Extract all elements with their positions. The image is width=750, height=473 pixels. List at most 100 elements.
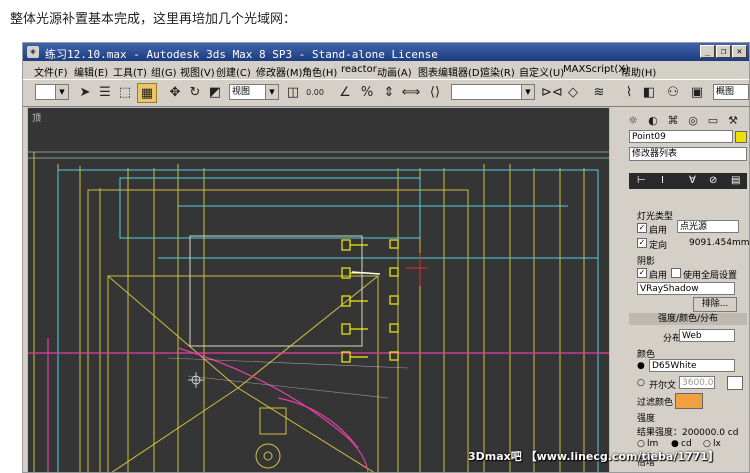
filter-color-label: 过滤颜色 bbox=[637, 398, 674, 408]
menu-edit[interactable]: 编辑(E) bbox=[74, 64, 108, 79]
object-name-field[interactable]: Point09 bbox=[629, 130, 733, 143]
menu-maxscript[interactable]: MAXScript(X) bbox=[563, 64, 629, 75]
menu-reactor[interactable]: reactor bbox=[341, 64, 377, 75]
named-selection-icon[interactable]: ⟨⟩ bbox=[425, 83, 445, 103]
preset-radio[interactable]: ● bbox=[637, 361, 645, 371]
light-type-value: 点光源 bbox=[680, 222, 708, 232]
modifier-list-value: 修改器列表 bbox=[632, 149, 678, 159]
menu-help[interactable]: 帮助(H) bbox=[621, 64, 656, 79]
color-preset-value: D65White bbox=[652, 361, 697, 371]
display-tab-icon[interactable]: ▭ bbox=[703, 111, 723, 131]
post-text: 整体光源补置基本完成，这里再培加几个光域网： bbox=[10, 12, 297, 27]
menu-customize[interactable]: 自定义(U) bbox=[519, 64, 564, 79]
make-unique-icon[interactable]: ∀ bbox=[689, 175, 696, 186]
show-end-result-icon[interactable]: I bbox=[661, 175, 664, 186]
filter-color-swatch[interactable] bbox=[675, 393, 703, 409]
menu-bar: 文件(F) 编辑(E) 工具(T) 组(G) 视图(V) 创建(C) 修改器(M… bbox=[23, 62, 749, 79]
select-by-name-icon[interactable]: ☰ bbox=[95, 83, 115, 103]
scale-icon[interactable]: ◩ bbox=[205, 83, 225, 103]
menu-tools[interactable]: 工具(T) bbox=[113, 64, 147, 79]
select-icon[interactable]: ➤ bbox=[75, 83, 95, 103]
curve-editor-icon[interactable]: ⌇ bbox=[619, 83, 639, 103]
scene-wireframe bbox=[28, 151, 609, 472]
menu-create[interactable]: 创建(C) bbox=[216, 64, 251, 79]
material-editor-icon[interactable]: ⚇ bbox=[663, 83, 683, 103]
align-icon[interactable]: ◇ bbox=[563, 83, 583, 103]
region-select-icon[interactable]: ⬚ bbox=[115, 83, 135, 103]
reference-coord-value: 视图 bbox=[232, 87, 251, 97]
chevron-down-icon: ▼ bbox=[265, 85, 278, 99]
distribution-value: Web bbox=[682, 331, 702, 341]
pin-stack-icon[interactable]: ⊢ bbox=[637, 175, 646, 186]
shadow-enable-label: 启用 bbox=[649, 271, 668, 281]
light-enable-label: 启用 bbox=[649, 226, 668, 236]
menu-group[interactable]: 组(G) bbox=[151, 64, 177, 79]
percent-snap-icon[interactable]: % bbox=[357, 83, 377, 103]
kelvin-label: 开尔文 bbox=[649, 381, 677, 391]
global-settings-label: 使用全局设置 bbox=[683, 271, 738, 281]
intensity-header: 强度 bbox=[637, 414, 656, 424]
chevron-down-icon: ▼ bbox=[55, 85, 68, 99]
kelvin-radio[interactable]: ○ bbox=[637, 378, 645, 388]
schematic-icon[interactable]: ◧ bbox=[639, 83, 659, 103]
window-crossing-icon[interactable]: ▦ bbox=[137, 83, 157, 103]
global-settings-checkbox[interactable] bbox=[671, 268, 681, 278]
mirror-icon[interactable]: ⟺ bbox=[401, 83, 421, 103]
menu-modifiers[interactable]: 修改器(M) bbox=[256, 64, 302, 79]
minimize-button[interactable]: _ bbox=[700, 45, 715, 58]
result-intensity: 结果强度：200000.0 cd bbox=[637, 428, 739, 438]
render-type-combo[interactable]: 概图 bbox=[713, 84, 749, 100]
kelvin-field[interactable]: 3600.0 bbox=[679, 376, 715, 389]
motion-tab-icon[interactable]: ◎ bbox=[683, 111, 703, 131]
menu-file[interactable]: 文件(F) bbox=[34, 64, 68, 79]
max-app-icon: ◈ bbox=[27, 46, 39, 58]
menu-rendering[interactable]: 渲染(R) bbox=[480, 64, 515, 79]
distribution-combo[interactable]: Web bbox=[679, 329, 735, 342]
watermark: 3Dmax吧 【www.linecg.com/tieba/1771】 bbox=[468, 450, 719, 463]
kelvin-color-swatch[interactable] bbox=[727, 376, 743, 390]
spinner-snap-icon[interactable]: ⇕ bbox=[379, 83, 399, 103]
modifier-stack-toolbar: ⊢ I ∀ ⊘ ▤ bbox=[629, 173, 747, 189]
utilities-tab-icon[interactable]: ⚒ bbox=[723, 111, 743, 131]
title-bar: ◈ 练习12.10.max - Autodesk 3ds Max 8 SP3 -… bbox=[23, 43, 749, 61]
reference-coord-combo[interactable]: 视图 ▼ bbox=[229, 84, 279, 100]
shadow-type-combo[interactable]: VRayShadow bbox=[637, 282, 735, 295]
restore-button[interactable]: ❐ bbox=[716, 45, 731, 58]
main-toolbar: ▼ ➤ ☰ ⬚ ▦ ✥ ↻ ◩ 视图 ▼ ◫ 0.00 ∠ % ⇕ ⟺ ⟨⟩ ▼ … bbox=[23, 79, 749, 107]
create-tab-icon[interactable]: ☼ bbox=[623, 111, 643, 131]
light-type-header: 灯光类型 bbox=[637, 212, 674, 222]
rotate-icon[interactable]: ↻ bbox=[185, 83, 205, 103]
rollout-header[interactable]: 强度/颜色/分布 bbox=[629, 313, 747, 325]
close-button[interactable]: ✕ bbox=[732, 45, 747, 58]
menu-animation[interactable]: 动画(A) bbox=[377, 64, 412, 79]
menu-views[interactable]: 视图(V) bbox=[180, 64, 215, 79]
angle-snap-icon[interactable]: ∠ bbox=[335, 83, 355, 103]
shadow-enable-checkbox[interactable]: ✓ bbox=[637, 268, 647, 278]
chevron-down-icon: ▼ bbox=[521, 85, 534, 99]
targeted-checkbox[interactable]: ✓ bbox=[637, 238, 647, 248]
exclude-button[interactable]: 排除... bbox=[693, 297, 737, 312]
remove-modifier-icon[interactable]: ⊘ bbox=[709, 175, 717, 186]
render-icon[interactable]: ▣ bbox=[687, 83, 707, 103]
mirror-tool-icon[interactable]: ⊳⊲ bbox=[541, 83, 563, 103]
light-type-combo[interactable]: 点光源 bbox=[677, 220, 739, 233]
hierarchy-tab-icon[interactable]: ⌘ bbox=[663, 111, 683, 131]
modifier-list-combo[interactable]: 修改器列表 bbox=[629, 147, 747, 161]
screenshot-window: ◈ 练习12.10.max - Autodesk 3ds Max 8 SP3 -… bbox=[22, 42, 750, 473]
move-icon[interactable]: ✥ bbox=[165, 83, 185, 103]
modify-tab-icon[interactable]: ◐ bbox=[643, 111, 663, 131]
light-enable-checkbox[interactable]: ✓ bbox=[637, 223, 647, 233]
named-selection-combo[interactable]: ▼ bbox=[451, 84, 535, 100]
layer-manager-icon[interactable]: ≋ bbox=[589, 83, 609, 103]
configure-sets-icon[interactable]: ▤ bbox=[731, 175, 740, 186]
selection-filter-combo[interactable]: ▼ bbox=[35, 84, 69, 100]
object-color-swatch[interactable] bbox=[735, 131, 747, 143]
menu-character[interactable]: 角色(H) bbox=[302, 64, 337, 79]
shadow-type-value: VRayShadow bbox=[640, 284, 699, 294]
snap-value[interactable]: 0.00 bbox=[305, 83, 325, 103]
window-title: 练习12.10.max - Autodesk 3ds Max 8 SP3 - S… bbox=[45, 48, 438, 61]
color-preset-combo[interactable]: D65White bbox=[649, 359, 735, 372]
pivot-icon[interactable]: ◫ bbox=[283, 83, 303, 103]
top-viewport[interactable]: 顶 bbox=[27, 107, 610, 472]
menu-graph-editors[interactable]: 图表编辑器(D) bbox=[418, 64, 484, 79]
